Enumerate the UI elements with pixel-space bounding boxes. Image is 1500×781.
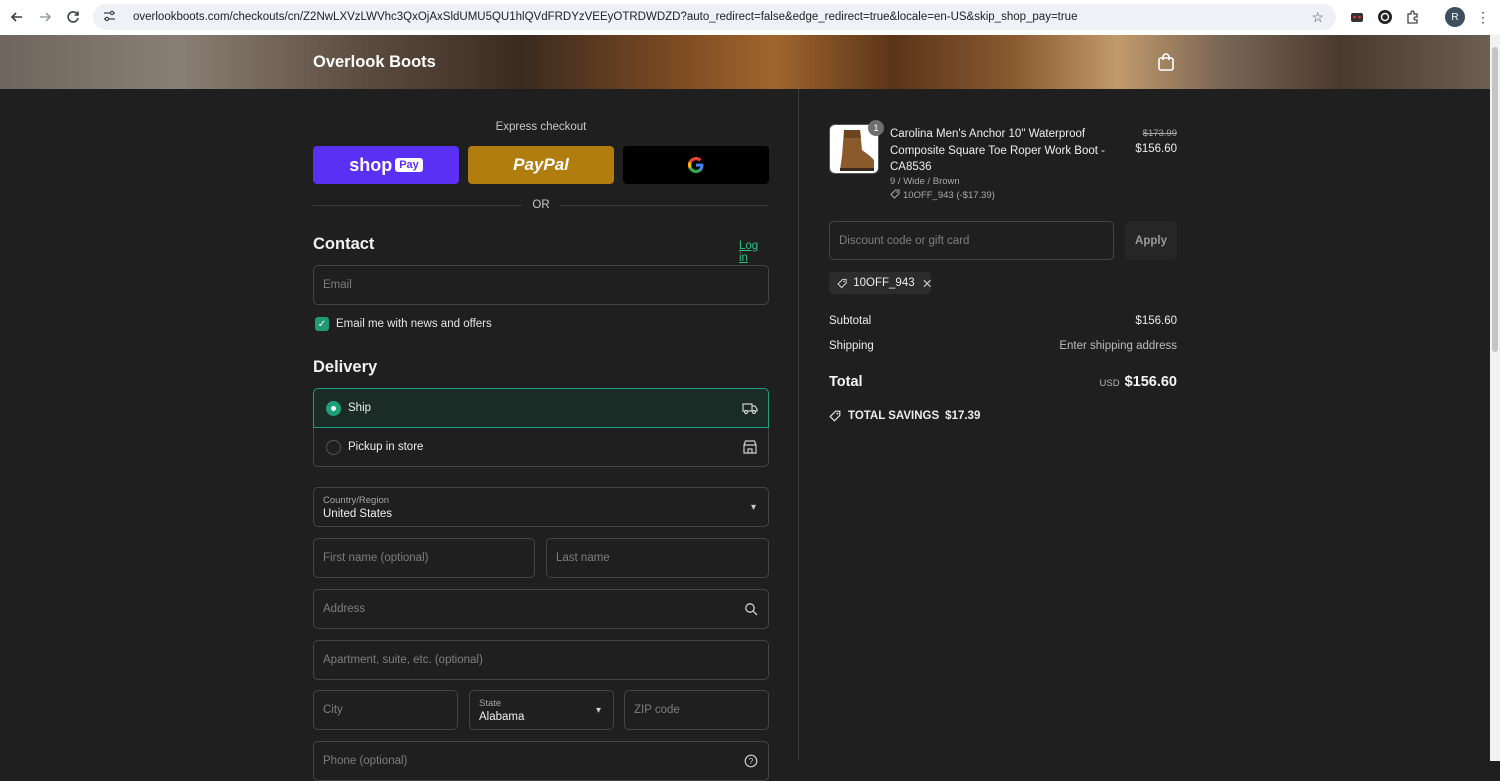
country-value: United States xyxy=(323,508,393,520)
first-name-field[interactable]: First name (optional) xyxy=(313,538,535,578)
product-discount: 10OFF_943 (-$17.39) xyxy=(890,189,995,201)
total-value: $156.60 xyxy=(1124,374,1177,390)
phone-field[interactable]: Phone (optional) ? xyxy=(313,741,769,781)
state-label: State xyxy=(479,698,502,709)
savings-value: $17.39 xyxy=(945,410,981,422)
profile-avatar[interactable]: R xyxy=(1445,7,1465,27)
paypal-button[interactable]: PayPal xyxy=(468,146,614,184)
address-bar[interactable]: overlookboots.com/checkouts/cn/Z2NwLXVzL… xyxy=(93,4,1336,30)
original-price: $173.99 xyxy=(1142,128,1177,139)
shipping-label: Shipping xyxy=(829,340,874,352)
shopping-bag-icon[interactable] xyxy=(1157,52,1175,72)
newsletter-checkbox[interactable]: ✓ xyxy=(315,317,329,331)
total-currency: USD xyxy=(1099,378,1120,389)
chevron-down-icon: ▾ xyxy=(595,705,601,716)
subtotal-label: Subtotal xyxy=(829,315,872,327)
newsletter-label: Email me with news and offers xyxy=(336,318,492,330)
ship-radio[interactable] xyxy=(326,401,341,416)
state-select[interactable]: State Alabama ▾ xyxy=(469,690,614,730)
applied-code: 10OFF_943 xyxy=(853,277,915,289)
menu-dots-icon[interactable]: ⋮ xyxy=(1473,7,1493,27)
forward-icon[interactable] xyxy=(31,3,59,31)
bookmark-star-icon[interactable]: ☆ xyxy=(1311,9,1324,26)
quantity-badge: 1 xyxy=(868,120,884,136)
address-field[interactable]: Address xyxy=(313,589,769,629)
header-banner: Overlook Boots xyxy=(0,35,1490,89)
total-label: Total xyxy=(829,374,863,390)
ship-label: Ship xyxy=(348,402,372,414)
extensions-puzzle-icon[interactable] xyxy=(1403,7,1423,27)
phone-placeholder: Phone (optional) xyxy=(323,755,408,767)
shop-pay-text: shop xyxy=(349,154,393,175)
apartment-field[interactable]: Apartment, suite, etc. (optional) xyxy=(313,640,769,680)
applied-discount-chip: 10OFF_943 xyxy=(829,272,931,294)
pickup-radio[interactable] xyxy=(326,440,341,455)
brand-logo[interactable]: Overlook Boots xyxy=(313,53,436,72)
total-savings: TOTAL SAVINGS $17.39 xyxy=(829,410,980,422)
apply-button[interactable]: Apply xyxy=(1125,221,1177,260)
search-icon xyxy=(745,603,758,616)
savings-label: TOTAL SAVINGS xyxy=(848,410,940,422)
last-name-field[interactable]: Last name xyxy=(546,538,769,578)
country-label: Country/Region xyxy=(323,495,390,506)
url-text: overlookboots.com/checkouts/cn/Z2NwLXVzL… xyxy=(133,11,1078,23)
browser-toolbar: overlookboots.com/checkouts/cn/Z2NwLXVzL… xyxy=(0,0,1500,35)
extension-icon[interactable] xyxy=(1347,7,1367,27)
or-text: OR xyxy=(532,199,550,211)
delivery-heading: Delivery xyxy=(313,358,378,376)
store-icon xyxy=(743,440,757,454)
truck-icon xyxy=(742,403,758,415)
shop-pay-button[interactable]: shop Pay xyxy=(313,146,459,184)
chevron-down-icon: ▾ xyxy=(750,502,756,513)
zip-field[interactable]: ZIP code xyxy=(624,690,769,730)
tag-icon xyxy=(829,410,841,422)
help-circle-icon[interactable]: ? xyxy=(744,754,758,768)
product-variant: 9 / Wide / Brown xyxy=(890,176,960,187)
address-placeholder: Address xyxy=(323,603,366,615)
contact-heading: Contact xyxy=(313,235,375,253)
first-name-placeholder: First name (optional) xyxy=(323,552,429,564)
column-divider xyxy=(798,89,799,761)
ship-option[interactable]: Ship xyxy=(313,388,769,428)
zip-placeholder: ZIP code xyxy=(634,704,680,716)
state-value: Alabama xyxy=(479,711,525,723)
item-price: $156.60 xyxy=(1135,143,1177,155)
shipping-value: Enter shipping address xyxy=(1059,340,1177,352)
pickup-option[interactable]: Pickup in store xyxy=(313,428,769,467)
remove-discount-icon[interactable] xyxy=(923,279,931,288)
tag-icon xyxy=(837,278,847,288)
email-placeholder: Email xyxy=(323,279,352,291)
subtotal-value: $156.60 xyxy=(1135,315,1177,327)
log-in-link[interactable]: Log in xyxy=(739,240,769,264)
total-amount: USD $156.60 xyxy=(1100,374,1177,390)
product-name: Carolina Men's Anchor 10" Waterproof Com… xyxy=(890,128,1105,173)
country-select[interactable]: Country/Region United States ▾ xyxy=(313,487,769,527)
back-icon[interactable] xyxy=(3,3,31,31)
product-discount-text: 10OFF_943 (-$17.39) xyxy=(903,190,995,201)
reload-icon[interactable] xyxy=(59,3,87,31)
city-placeholder: City xyxy=(323,704,343,716)
pickup-label: Pickup in store xyxy=(348,441,424,453)
email-field[interactable]: Email xyxy=(313,265,769,305)
or-divider: OR xyxy=(313,199,769,213)
shop-pay-badge: Pay xyxy=(395,158,423,172)
paypal-text: PayPal xyxy=(513,155,569,174)
extension-shield-icon[interactable] xyxy=(1375,7,1395,27)
apartment-placeholder: Apartment, suite, etc. (optional) xyxy=(323,654,483,666)
express-checkout-label: Express checkout xyxy=(495,121,587,133)
scrollbar-thumb[interactable] xyxy=(1492,47,1498,352)
google-g-icon xyxy=(688,157,704,173)
discount-code-field[interactable]: Discount code or gift card xyxy=(829,221,1114,260)
svg-text:?: ? xyxy=(749,757,754,766)
tag-icon xyxy=(890,189,900,199)
last-name-placeholder: Last name xyxy=(556,552,610,564)
discount-code-placeholder: Discount code or gift card xyxy=(839,235,970,247)
site-settings-icon[interactable] xyxy=(103,10,121,25)
google-pay-button[interactable] xyxy=(623,146,769,184)
city-field[interactable]: City xyxy=(313,690,458,730)
